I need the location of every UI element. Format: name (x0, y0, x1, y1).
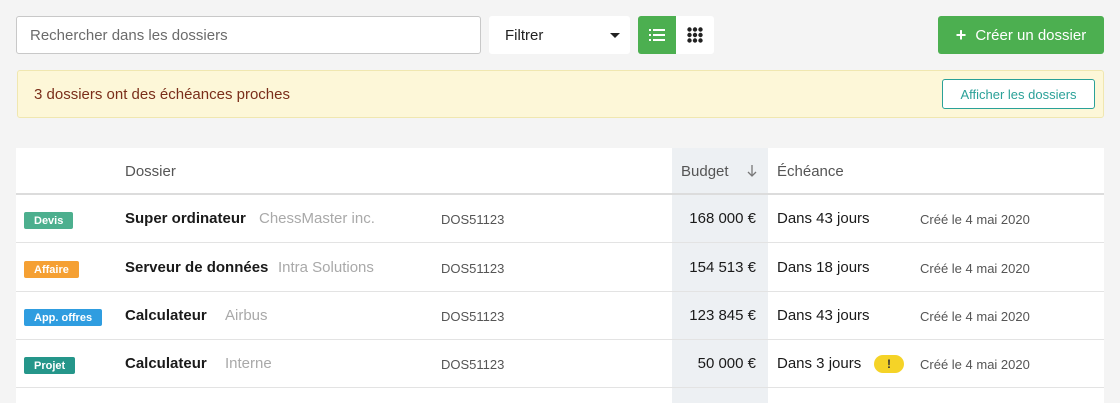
created-date: Créé le 4 mai 2020 (920, 261, 1030, 276)
client-name: Interne (225, 355, 272, 372)
status-badge: Affaire (24, 261, 79, 278)
folder-name: Serveur de données (125, 259, 269, 276)
create-folder-label: Créer un dossier (975, 26, 1087, 44)
table-header: Dossier Budget Échéance (16, 148, 1104, 195)
folders-table: Dossier Budget Échéance Devis Super ordi… (16, 148, 1104, 403)
table-row[interactable]: App. offres Calculateur Airbus DOS51123 … (16, 292, 1104, 340)
folder-name: Super ordinateur (125, 210, 246, 227)
due-date: Dans 43 jours (777, 307, 870, 324)
budget-value: 123 845 € (689, 307, 756, 324)
column-header-echeance[interactable]: Échéance (777, 163, 844, 180)
column-header-dossier[interactable]: Dossier (125, 163, 176, 180)
folder-name: Calculateur (125, 355, 207, 372)
created-date: Créé le 4 mai 2020 (920, 357, 1030, 372)
budget-value: 50 000 € (697, 355, 756, 372)
table-row[interactable]: Affaire Serveur de données Intra Solutio… (16, 244, 1104, 292)
alert-message: 3 dossiers ont des échéances proches (34, 86, 290, 103)
toolbar: Filtrer + Créer un dossier (16, 16, 1104, 54)
filter-label: Filtrer (505, 26, 544, 44)
due-date: Dans 43 jours (777, 210, 870, 227)
grid-view-button[interactable] (676, 16, 714, 54)
plus-icon: + (955, 25, 967, 45)
status-badge: Projet (24, 357, 76, 374)
chevron-down-icon (610, 33, 620, 38)
filter-select[interactable]: Filtrer (489, 16, 630, 54)
client-name: ChessMaster inc. (259, 210, 375, 227)
created-date: Créé le 4 mai 2020 (920, 212, 1030, 227)
column-header-budget[interactable]: Budget (681, 163, 729, 180)
status-badge: Devis (24, 212, 74, 229)
client-name: Intra Solutions (278, 259, 374, 276)
table-row[interactable]: Projet Calculateur Interne DOS51123 50 0… (16, 340, 1104, 388)
due-date: Dans 18 jours (777, 259, 870, 276)
budget-value: 154 513 € (689, 259, 756, 276)
created-date: Créé le 4 mai 2020 (920, 309, 1030, 324)
folder-code: DOS51123 (441, 357, 505, 372)
folder-code: DOS51123 (441, 261, 505, 276)
folder-code: DOS51123 (441, 212, 505, 227)
search-input[interactable] (16, 16, 481, 54)
due-date: Dans 3 jours (777, 355, 862, 372)
folder-code: DOS51123 (441, 309, 505, 324)
arrow-down-icon[interactable] (746, 164, 758, 178)
warning-badge: ! (874, 355, 904, 373)
table-row[interactable]: Devis Super ordinateur ChessMaster inc. … (16, 195, 1104, 243)
folder-name: Calculateur (125, 307, 207, 324)
list-icon (649, 29, 665, 41)
deadline-alert: 3 dossiers ont des échéances proches Aff… (17, 70, 1104, 118)
budget-value: 168 000 € (689, 210, 756, 227)
client-name: Airbus (225, 307, 268, 324)
list-view-button[interactable] (638, 16, 676, 54)
grid-icon (687, 27, 703, 43)
create-folder-button[interactable]: + Créer un dossier (938, 16, 1104, 54)
show-folders-button[interactable]: Afficher les dossiers (942, 79, 1095, 109)
status-badge: App. offres (24, 309, 103, 326)
